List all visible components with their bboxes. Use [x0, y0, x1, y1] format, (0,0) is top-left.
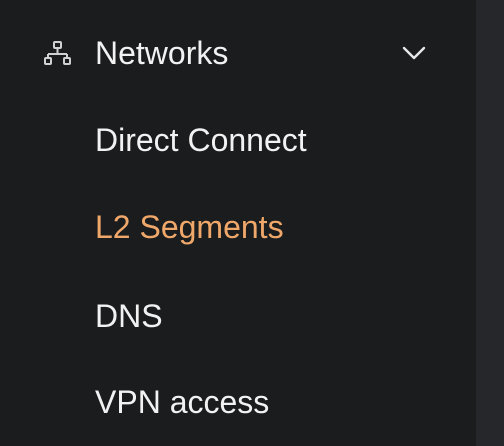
content-edge — [476, 0, 504, 446]
sidebar-item-label: Direct Connect — [95, 122, 307, 158]
sidebar-item-l2-segments[interactable]: L2 Segments — [0, 195, 476, 259]
sidebar-item-direct-connect[interactable]: Direct Connect — [0, 108, 476, 172]
sidebar-item-vpn-access[interactable]: VPN access — [0, 370, 476, 434]
networks-group-toggle[interactable]: Networks — [0, 18, 476, 88]
chevron-down-icon[interactable] — [402, 45, 426, 61]
sidebar-item-label: L2 Segments — [95, 209, 284, 245]
sidebar-item-label: VPN access — [95, 384, 270, 420]
sidebar-item-dns[interactable]: DNS — [0, 284, 476, 348]
networks-group-label: Networks — [95, 35, 229, 71]
sidebar-navigation: Networks Direct Connect L2 Segments DNS … — [0, 0, 476, 446]
network-icon — [44, 41, 71, 67]
sidebar-item-label: DNS — [95, 298, 163, 334]
